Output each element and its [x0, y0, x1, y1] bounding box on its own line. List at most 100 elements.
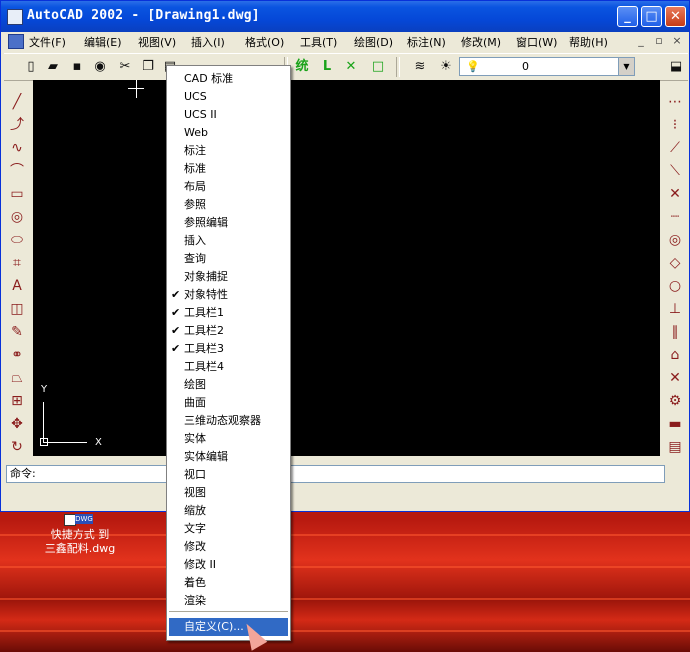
minimize-button[interactable]: _ [617, 6, 638, 27]
menu-item-toolbar[interactable]: 参照编辑 [184, 214, 228, 232]
menu-item[interactable]: 窗口(W) [516, 34, 557, 50]
menu-item-toolbar[interactable]: 绘图 [184, 376, 206, 394]
menu-item-toolbar[interactable]: 工具栏1 [184, 304, 224, 322]
menu-item-toolbar[interactable]: 缩放 [184, 502, 206, 520]
menu-item-toolbar[interactable]: UCS II [184, 106, 217, 124]
save-icon[interactable]: ▪ [68, 58, 86, 76]
menu-item[interactable]: 工具(T) [300, 34, 337, 50]
snap-parallel-icon[interactable]: ∥ [666, 323, 684, 341]
menu-item[interactable]: 插入(I) [191, 34, 225, 50]
close-button[interactable]: ✕ [665, 6, 686, 27]
line-icon[interactable]: ╱ [8, 93, 26, 111]
snap-midpoint-icon[interactable]: ⟍ [666, 162, 684, 180]
rectangle-icon[interactable]: ▭ [8, 185, 26, 203]
maximize-button[interactable]: □ [641, 6, 662, 27]
layer-select[interactable]: 💡 0 ▼ [459, 57, 635, 76]
menu-item-toolbar[interactable]: 视图 [184, 484, 206, 502]
desktop-shortcut-icon[interactable]: DWG [64, 512, 93, 526]
snap-none-icon[interactable]: ✕ [666, 369, 684, 387]
menu-item[interactable]: 视图(V) [138, 34, 176, 50]
copy-object-icon[interactable]: ⚭ [8, 346, 26, 364]
desktop-shortcut-label[interactable]: 快捷方式 到 三鑫配料.dwg [30, 528, 130, 556]
snap-perpendicular-icon[interactable]: ⊥ [666, 300, 684, 318]
app-icon[interactable] [7, 9, 23, 25]
menu-item[interactable]: 标注(N) [407, 34, 446, 50]
horizontal-scrollbar[interactable] [33, 456, 660, 462]
menu-item-toolbar[interactable]: 实体 [184, 430, 206, 448]
move-icon[interactable]: ✥ [8, 415, 26, 433]
snap-intersection-icon[interactable]: ✕ [666, 185, 684, 203]
menu-item-toolbar[interactable]: 标注 [184, 142, 206, 160]
menu-item[interactable]: 帮助(H) [569, 34, 608, 50]
plot-icon[interactable]: ◉ [91, 58, 109, 76]
ellipse-icon[interactable]: ⬭ [8, 231, 26, 249]
menu-item-toolbar[interactable]: 布局 [184, 178, 206, 196]
layer-icon[interactable]: ▤ [666, 438, 684, 456]
layers-icon[interactable]: ≋ [411, 58, 429, 76]
array-icon[interactable]: ⊞ [8, 392, 26, 410]
snap-center-icon[interactable]: ◎ [666, 231, 684, 249]
menu-item-toolbar[interactable]: 渲染 [184, 592, 206, 610]
polyline-icon[interactable]: ⤴ [8, 116, 26, 134]
snap-quadrant-icon[interactable]: ◇ [666, 254, 684, 272]
copy-icon[interactable]: ❐ [139, 58, 157, 76]
menu-item-toolbar[interactable]: UCS [184, 88, 207, 106]
dim-linear-icon[interactable]: ⋯ [666, 93, 684, 111]
document-icon[interactable] [8, 34, 24, 49]
menu-item-toolbar[interactable]: 查询 [184, 250, 206, 268]
ortho-icon[interactable]: L [318, 58, 336, 76]
text-icon[interactable]: A [8, 277, 26, 295]
cut-icon[interactable]: ✂ [116, 58, 134, 76]
snap-extension-icon[interactable]: ┈ [666, 208, 684, 226]
snap-endpoint-icon[interactable]: ⟋ [666, 139, 684, 157]
menu-item-toolbar[interactable]: 修改 [184, 538, 206, 556]
snap-settings-icon[interactable]: ⚙ [666, 392, 684, 410]
square-icon[interactable]: □ [369, 58, 387, 76]
arc-icon[interactable]: ⌒ [8, 162, 26, 180]
mdi-minimize-button[interactable]: _ [634, 34, 648, 47]
mdi-restore-button[interactable]: ▫ [652, 34, 666, 47]
menu-item[interactable]: 编辑(E) [84, 34, 122, 50]
menu-item[interactable]: 修改(M) [461, 34, 501, 50]
menu-item[interactable]: 绘图(D) [354, 34, 393, 50]
erase-icon[interactable]: ✎ [8, 323, 26, 341]
menu-item-toolbar[interactable]: 对象特性 [184, 286, 228, 304]
menu-item-customize[interactable]: 自定义(C)... [169, 618, 288, 636]
circle-icon[interactable]: ◎ [8, 208, 26, 226]
menu-item-toolbar[interactable]: 工具栏4 [184, 358, 224, 376]
drawing-canvas[interactable]: Y X [33, 80, 660, 456]
menu-item-toolbar[interactable]: 参照 [184, 196, 206, 214]
menu-item-toolbar[interactable]: 着色 [184, 574, 206, 592]
x-icon[interactable]: ✕ [342, 58, 360, 76]
menu-item-toolbar[interactable]: 标准 [184, 160, 206, 178]
hatch-icon[interactable]: ⌗ [8, 254, 26, 272]
block-icon[interactable]: ◫ [8, 300, 26, 318]
menu-item[interactable]: 格式(O) [245, 34, 284, 50]
open-icon[interactable]: ▰ [44, 58, 62, 76]
menu-item[interactable]: 文件(F) [29, 34, 66, 50]
menu-item-toolbar[interactable]: CAD 标准 [184, 70, 233, 88]
menu-item-toolbar[interactable]: 对象捕捉 [184, 268, 228, 286]
menu-item-toolbar[interactable]: Web [184, 124, 208, 142]
title-bar[interactable]: AutoCAD 2002 - [Drawing1.dwg] _ □ ✕ [1, 1, 689, 32]
color-icon[interactable]: ▬ [666, 415, 684, 433]
snap-tangent-icon[interactable]: ○ [666, 277, 684, 295]
menu-item-toolbar[interactable]: 文字 [184, 520, 206, 538]
menu-item-toolbar[interactable]: 三维动态观察器 [184, 412, 261, 430]
menu-item-toolbar[interactable]: 插入 [184, 232, 206, 250]
layer-state-icon[interactable]: ☀ [437, 58, 455, 76]
snap-insert-icon[interactable]: ⌂ [666, 346, 684, 364]
layer-prev-icon[interactable]: ⬓ [667, 58, 685, 76]
mdi-close-button[interactable]: × [670, 34, 684, 47]
chevron-down-icon[interactable]: ▼ [618, 58, 634, 75]
dim-aligned-icon[interactable]: ⁝ [666, 116, 684, 134]
menu-item-toolbar[interactable]: 修改 II [184, 556, 216, 574]
command-line[interactable]: 命令: [6, 465, 665, 483]
spline-icon[interactable]: ∿ [8, 139, 26, 157]
menu-item-toolbar[interactable]: 工具栏3 [184, 340, 224, 358]
rotate-icon[interactable]: ↻ [8, 438, 26, 456]
ortho-text-icon[interactable]: 统 [293, 58, 311, 76]
menu-item-toolbar[interactable]: 实体编辑 [184, 448, 228, 466]
new-icon[interactable]: ▯ [22, 58, 40, 76]
menu-item-toolbar[interactable]: 视口 [184, 466, 206, 484]
